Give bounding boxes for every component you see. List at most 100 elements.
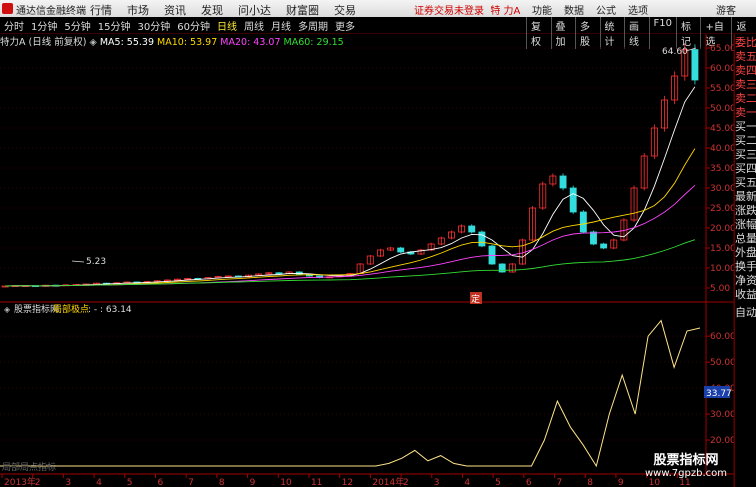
menu-ask[interactable]: 问小达 xyxy=(238,2,271,18)
watermark: 股票指标网 www.7gpzb.com xyxy=(638,449,734,479)
auto-toggle[interactable]: 自动 xyxy=(735,306,756,319)
user-label[interactable]: 游客 xyxy=(716,2,736,17)
tab-30min[interactable]: 30分钟 xyxy=(137,18,170,33)
price-tick-label: 40.00 xyxy=(710,144,734,154)
menu-news[interactable]: 资讯 xyxy=(164,2,186,18)
menu-formula[interactable]: 公式 xyxy=(596,2,616,17)
price-tick-label: 25.00 xyxy=(710,204,734,214)
right-menu: 功能 数据 公式 选项 xyxy=(532,2,648,17)
watermark-title: 股票指标网 xyxy=(653,453,719,468)
panel-item[interactable]: 最新 xyxy=(735,190,756,203)
candle-body xyxy=(275,272,283,275)
panel-item[interactable]: 买一 xyxy=(735,120,756,133)
main-menu: 行情 市场 资讯 发现 问小达 财富圈 交易 xyxy=(90,2,356,18)
menu-data[interactable]: 数据 xyxy=(564,2,584,17)
time-tick-label: 10 xyxy=(649,478,661,487)
tab-1min[interactable]: 1分钟 xyxy=(31,18,57,33)
price-tick-label: 45.00 xyxy=(710,124,734,134)
menu-market[interactable]: 市场 xyxy=(127,2,149,18)
candle-body xyxy=(478,231,486,247)
panel-item[interactable]: 委比 xyxy=(735,36,756,49)
time-tick-label: 6 xyxy=(157,478,163,487)
panel-item[interactable]: 涨跌 xyxy=(735,204,756,217)
candle-body xyxy=(579,211,587,233)
time-tick-label: 4 xyxy=(464,478,470,487)
panel-item[interactable]: 买二 xyxy=(735,134,756,147)
candle-body xyxy=(691,49,699,81)
tab-60min[interactable]: 60分钟 xyxy=(177,18,210,33)
tab-15min[interactable]: 15分钟 xyxy=(98,18,131,33)
candle-body xyxy=(468,225,476,233)
tab-5min[interactable]: 5分钟 xyxy=(64,18,90,33)
time-tick-label: 7 xyxy=(557,478,563,487)
indicator-settings-icon[interactable]: ◈ xyxy=(4,305,11,314)
indicator-tick-label: 50.00 xyxy=(710,358,734,368)
indicator-footnote: 局部局点指标 xyxy=(2,461,56,473)
price-tick-label: 60.00 xyxy=(710,64,734,74)
time-tick-label: 3 xyxy=(434,478,440,487)
candle-body xyxy=(397,247,405,253)
price-tick-label: 30.00 xyxy=(710,184,734,194)
indicator-value: : - : 63.14 xyxy=(88,305,132,315)
panel-item[interactable]: 卖一 xyxy=(735,106,756,119)
panel-item[interactable]: 外盘 xyxy=(735,246,756,259)
time-tick-label: 11 xyxy=(679,478,690,487)
price-tick-label: 55.00 xyxy=(710,84,734,94)
chart-area[interactable]: 65.00 60.00 55.00 50.00 45.00 40.00 3 5.00 30.00… xyxy=(0,34,734,487)
tab-multi-period[interactable]: 多周期 xyxy=(298,18,328,33)
candle-body xyxy=(488,245,496,265)
panel-item[interactable]: 卖二 xyxy=(735,92,756,105)
panel-item[interactable]: 收益 xyxy=(735,288,756,301)
time-tick-label: 11 xyxy=(311,478,322,487)
menu-trade[interactable]: 交易 xyxy=(334,2,356,18)
tab-timeshare[interactable]: 分时 xyxy=(4,18,24,33)
ma-line xyxy=(5,148,696,287)
candlesticks xyxy=(1,44,699,288)
panel-item[interactable]: 卖四 xyxy=(735,64,756,77)
indicator-tick-label: 60.00 xyxy=(710,332,734,342)
time-tick-label: 9 xyxy=(618,478,624,487)
login-notice[interactable]: 证券交易未登录 特 力A xyxy=(414,2,520,17)
time-tick-label: 2 xyxy=(403,478,409,487)
app-title: 通达信金融终端 xyxy=(16,6,86,17)
time-tick-label: 5 xyxy=(495,478,501,487)
app-logo-icon xyxy=(2,3,13,14)
high-price-label: 64.60 xyxy=(662,47,688,57)
watermark-url: www.7gpzb.com xyxy=(645,468,727,479)
menu-wealth[interactable]: 财富圈 xyxy=(286,2,319,18)
price-tick-label: 20.00 xyxy=(710,224,734,234)
period-toolbar: 分时 1分钟 5分钟 15分钟 30分钟 60分钟 日线 周线 月线 多周期 更… xyxy=(0,17,756,49)
tab-daily[interactable]: 日线 xyxy=(217,18,237,33)
menu-discover[interactable]: 发现 xyxy=(201,2,223,18)
price-tick-label: 50.00 xyxy=(710,104,734,114)
menu-options[interactable]: 选项 xyxy=(628,2,648,17)
candle-body xyxy=(590,231,597,245)
price-tick-label: 5.00 xyxy=(710,284,730,294)
moving-averages xyxy=(5,86,696,287)
panel-item[interactable]: 买四 xyxy=(735,162,756,175)
tab-monthly[interactable]: 月线 xyxy=(271,18,291,33)
menu-function[interactable]: 功能 xyxy=(532,2,552,17)
time-tick-label: 2 xyxy=(35,478,41,487)
time-tick-label: 3 xyxy=(65,478,71,487)
tab-more[interactable]: 更多 xyxy=(335,18,355,33)
panel-item[interactable]: 卖五 xyxy=(735,50,756,63)
panel-item[interactable]: 涨幅 xyxy=(735,218,756,231)
mark-badge-text: 定 xyxy=(471,293,480,305)
indicator-tick-label: 20.00 xyxy=(710,436,734,446)
time-axis: 2013年2 3 4 5 6 7 8 9 10 11 12 2014年2 3 4 5 6 7 8 9 10 11 xyxy=(1,474,691,487)
panel-item[interactable]: 买五 xyxy=(735,176,756,189)
candle-body xyxy=(559,175,567,189)
low-price-label: 5.23 xyxy=(86,257,106,267)
price-tick-label: 65.00 xyxy=(710,44,734,54)
indicator-name: 局部极点 xyxy=(53,303,89,315)
panel-item[interactable]: 卖三 xyxy=(735,78,756,91)
panel-item[interactable]: 买三 xyxy=(735,148,756,161)
ma-line xyxy=(5,239,696,287)
panel-item[interactable]: 换手 xyxy=(735,260,756,273)
panel-item[interactable]: 总量 xyxy=(735,232,756,245)
price-grid xyxy=(0,47,706,289)
tab-weekly[interactable]: 周线 xyxy=(244,18,264,33)
menu-quotes[interactable]: 行情 xyxy=(90,2,112,18)
panel-item[interactable]: 净资 xyxy=(735,274,756,287)
